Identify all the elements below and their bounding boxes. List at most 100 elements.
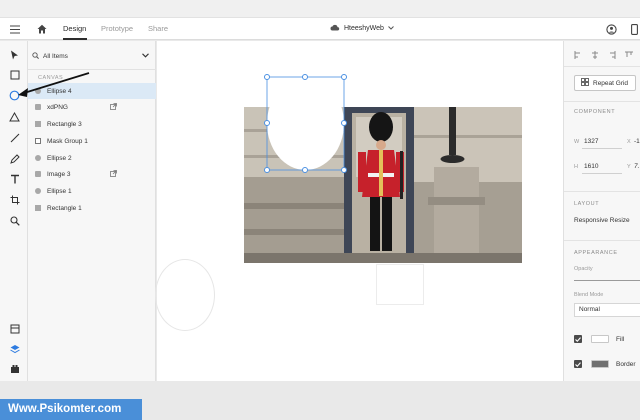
height-field[interactable]: 1610 [584, 163, 598, 170]
width-field[interactable]: 1327 [584, 138, 598, 145]
repeat-grid-icon [581, 78, 589, 88]
layout-section-title: LAYOUT [574, 201, 600, 207]
property-inspector: Repeat Grid COMPONENT W 1327 X -1 H 1610… [563, 41, 640, 381]
border-color-swatch[interactable] [591, 360, 609, 368]
triangle-icon[interactable] [8, 110, 21, 123]
title-strip [0, 0, 640, 18]
layer-label: Image 3 [47, 170, 71, 178]
layer-label: xdPNG [47, 103, 68, 111]
filter-chevron-icon[interactable] [142, 53, 149, 60]
resize-handle[interactable] [302, 167, 308, 173]
align-right-icon[interactable] [608, 51, 616, 61]
ellipse-4-shape[interactable] [266, 76, 345, 171]
fill-checkbox[interactable] [574, 335, 582, 343]
artboard-icon[interactable] [8, 193, 21, 206]
image-layer-icon [35, 104, 41, 110]
app-window: Design Prototype Share HteeshyWeb All It… [0, 0, 640, 420]
layer-item[interactable]: Ellipse 1 [28, 183, 156, 199]
layer-item[interactable]: xdPNG [28, 99, 156, 115]
filter-label: All Items [43, 52, 68, 60]
opacity-slider[interactable] [574, 280, 640, 281]
layer-item[interactable]: Ellipse 2 [28, 150, 156, 166]
width-label: W [574, 139, 580, 145]
layer-item[interactable]: Image 3 [28, 166, 156, 182]
layer-item[interactable]: Rectangle 1 [28, 200, 156, 216]
resize-handle[interactable] [341, 167, 347, 173]
resize-handle[interactable] [341, 120, 347, 126]
layer-label: Ellipse 2 [47, 154, 72, 162]
rectangle-layer-icon [35, 121, 41, 127]
select-icon[interactable] [8, 48, 21, 61]
text-icon[interactable] [8, 172, 21, 185]
layer-label: Rectangle 1 [47, 204, 82, 212]
document-title[interactable]: HteeshyWeb [330, 24, 394, 33]
blend-mode-label: Blend Mode [574, 292, 604, 298]
layer-label: Ellipse 1 [47, 187, 72, 195]
align-center-icon[interactable] [591, 51, 599, 61]
search-icon [32, 51, 39, 61]
layer-item[interactable]: Mask Group 1 [28, 133, 156, 149]
panel-divider [564, 66, 640, 67]
appearance-section-title: APPEARANCE [574, 250, 618, 256]
ellipse-layer-icon [35, 188, 41, 194]
rectangle-layer-icon [35, 205, 41, 211]
home-icon[interactable] [36, 23, 48, 35]
repeat-grid-button[interactable]: Repeat Grid [574, 75, 636, 91]
site-watermark: Www.Psikomter.com [0, 399, 142, 420]
mask-group-icon [35, 138, 41, 144]
layers-icon[interactable] [8, 342, 21, 355]
align-top-icon[interactable] [625, 51, 633, 61]
height-field-underline [582, 173, 622, 174]
layer-item[interactable]: Rectangle 3 [28, 116, 156, 132]
fill-color-swatch[interactable] [591, 335, 609, 343]
rectangle-outline-shape[interactable] [376, 264, 424, 305]
layers-filter[interactable]: All Items [32, 50, 152, 62]
linked-asset-icon [110, 103, 117, 110]
document-title-text: HteeshyWeb [344, 25, 384, 32]
image-layer-icon [35, 171, 41, 177]
panel-divider [564, 240, 640, 241]
resize-handle[interactable] [264, 120, 270, 126]
chevron-down-icon [388, 25, 394, 32]
width-field-underline [582, 148, 622, 149]
assets-icon[interactable] [8, 322, 21, 335]
blend-mode-select[interactable]: Normal [574, 303, 640, 317]
active-tab-indicator [63, 38, 87, 40]
plugins-icon[interactable] [8, 362, 21, 375]
annotation-arrow [18, 72, 90, 97]
border-label: Border [616, 361, 636, 368]
help-icon[interactable] [605, 23, 617, 35]
resize-handle[interactable] [302, 74, 308, 80]
y-field[interactable]: 7. [634, 163, 639, 170]
responsive-resize-toggle[interactable]: Responsive Resize [574, 217, 630, 224]
mobile-preview-icon[interactable] [628, 23, 640, 35]
resize-handle[interactable] [341, 74, 347, 80]
ellipse-outline-shape[interactable] [155, 259, 215, 331]
resize-handle[interactable] [264, 167, 270, 173]
line-icon[interactable] [8, 131, 21, 144]
x-field[interactable]: -1 [634, 138, 640, 145]
tab-design[interactable]: Design [63, 24, 86, 33]
pen-icon[interactable] [8, 152, 21, 165]
height-label: H [574, 164, 578, 170]
repeat-grid-label: Repeat Grid [593, 79, 629, 87]
component-section-title: COMPONENT [574, 109, 616, 115]
layer-label: Mask Group 1 [47, 137, 88, 145]
tab-share[interactable]: Share [148, 24, 168, 33]
resize-handle[interactable] [264, 74, 270, 80]
zoom-icon[interactable] [8, 214, 21, 227]
tab-prototype[interactable]: Prototype [101, 24, 133, 33]
border-checkbox[interactable] [574, 360, 582, 368]
panel-divider [564, 101, 640, 102]
hamburger-icon[interactable] [9, 23, 21, 35]
y-label: Y [627, 164, 631, 170]
fill-label: Fill [616, 336, 625, 343]
panel-divider [564, 191, 640, 192]
app-header: Design Prototype Share HteeshyWeb [0, 18, 640, 40]
x-label: X [627, 139, 631, 145]
layer-label: Rectangle 3 [47, 120, 82, 128]
ellipse-layer-icon [35, 155, 41, 161]
align-left-icon[interactable] [574, 51, 582, 61]
cloud-icon [330, 24, 340, 33]
linked-asset-icon [110, 170, 117, 177]
